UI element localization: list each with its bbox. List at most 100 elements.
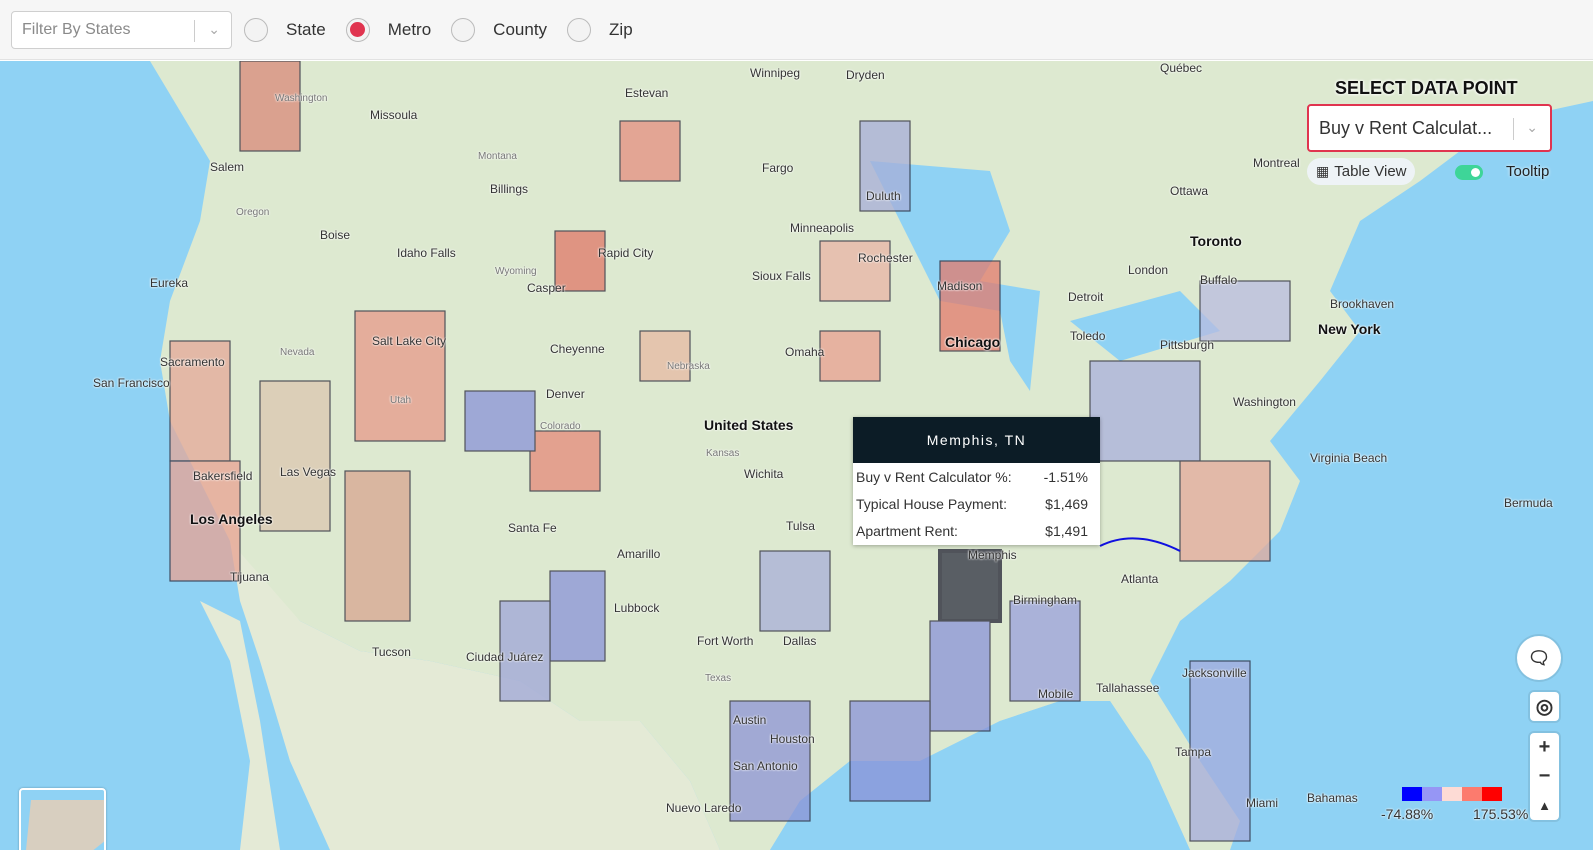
city-label: Québec bbox=[1160, 61, 1203, 75]
city-label: Boise bbox=[320, 228, 351, 242]
radio-circle[interactable] bbox=[244, 17, 268, 42]
divider bbox=[1513, 118, 1514, 140]
city-label: Eureka bbox=[150, 276, 189, 290]
city-label: Jacksonville bbox=[1182, 666, 1247, 680]
city-label: Rochester bbox=[858, 251, 913, 265]
city-label: Toledo bbox=[1070, 329, 1106, 343]
chat-button[interactable]: 🗨 bbox=[1517, 636, 1561, 680]
tooltip-row-label: Typical House Payment: bbox=[856, 495, 1007, 512]
data-point-select[interactable]: Buy v Rent Calculat... ⌄ bbox=[1307, 104, 1552, 152]
radio-zip[interactable]: Zip bbox=[567, 17, 641, 42]
city-label: Birmingham bbox=[1013, 593, 1078, 607]
tooltip-row-label: Buy v Rent Calculator %: bbox=[856, 468, 1012, 485]
legend-swatch bbox=[1442, 787, 1462, 801]
city-label: Tulsa bbox=[786, 519, 815, 533]
city-label: Estevan bbox=[625, 86, 669, 100]
city-label: London bbox=[1128, 263, 1169, 277]
city-label: Detroit bbox=[1068, 290, 1104, 304]
region-label: Washington bbox=[275, 93, 328, 104]
city-label: Bermuda bbox=[1504, 496, 1553, 510]
city-label: Ottawa bbox=[1170, 184, 1209, 198]
chat-icon: 🗨 bbox=[1527, 647, 1551, 668]
city-label: Nuevo Laredo bbox=[666, 801, 742, 815]
radio-county[interactable]: County bbox=[451, 17, 555, 42]
city-label: Virginia Beach bbox=[1310, 451, 1388, 465]
radio-state[interactable]: State bbox=[244, 17, 334, 42]
city-label: Madison bbox=[937, 279, 983, 293]
region-label: Colorado bbox=[540, 421, 581, 432]
radio-metro[interactable]: Metro bbox=[345, 17, 439, 42]
region-label: Nebraska bbox=[667, 361, 710, 372]
city-label: Dryden bbox=[846, 68, 885, 82]
zoom-in-button[interactable]: + bbox=[1539, 733, 1551, 762]
table-view-label: Table View bbox=[1334, 163, 1407, 180]
tooltip-toggle[interactable] bbox=[1455, 165, 1483, 180]
city-label: Bahamas bbox=[1307, 791, 1358, 805]
radio-circle[interactable] bbox=[451, 17, 476, 42]
city-label: Las Vegas bbox=[280, 465, 337, 479]
table-view-button[interactable]: ▦ Table View bbox=[1307, 158, 1415, 185]
city-label: Minneapolis bbox=[790, 221, 855, 235]
legend-swatch bbox=[1402, 787, 1422, 801]
region-label: Kansas bbox=[706, 448, 740, 459]
city-label: Washington bbox=[1233, 395, 1296, 409]
minimap[interactable] bbox=[19, 788, 106, 850]
tooltip-row: Apartment Rent: $1,491 bbox=[853, 517, 1100, 544]
city-label: Tampa bbox=[1175, 745, 1212, 759]
divider bbox=[194, 19, 195, 42]
radio-circle[interactable] bbox=[345, 17, 370, 42]
city-label: Austin bbox=[733, 713, 767, 727]
city-label: Miami bbox=[1246, 796, 1278, 810]
city-label: Buffalo bbox=[1200, 273, 1238, 287]
radio-circle[interactable] bbox=[567, 17, 592, 42]
radio-label: County bbox=[493, 19, 548, 39]
select-data-point-title: SELECT DATA POINT bbox=[1335, 78, 1518, 98]
city-label: Bakersfield bbox=[193, 469, 253, 483]
locate-button[interactable]: ◎ bbox=[1530, 692, 1559, 721]
tooltip-row: Typical House Payment: $1,469 bbox=[853, 490, 1100, 517]
city-label: Fort Worth bbox=[697, 634, 754, 648]
city-label: Lubbock bbox=[614, 601, 660, 615]
chevron-down-icon: ⌄ bbox=[1526, 119, 1538, 135]
city-label: Dallas bbox=[783, 634, 817, 648]
region-label: Wyoming bbox=[495, 266, 537, 277]
legend-swatch bbox=[1462, 787, 1482, 801]
city-label: Rapid City bbox=[598, 246, 654, 260]
tooltip-toggle-label: Tooltip bbox=[1506, 163, 1550, 180]
city-label: United States bbox=[704, 417, 794, 433]
city-label: Idaho Falls bbox=[397, 246, 456, 260]
legend-min: -74.88% bbox=[1381, 806, 1434, 822]
radio-label: State bbox=[286, 19, 326, 39]
region-label: Utah bbox=[390, 395, 412, 406]
tooltip-row: Buy v Rent Calculator %: -1.51% bbox=[853, 463, 1100, 490]
city-label: Chicago bbox=[945, 334, 1001, 350]
color-legend bbox=[1402, 787, 1502, 801]
map-tooltip: Memphis, TN Buy v Rent Calculator %: -1.5… bbox=[853, 417, 1100, 545]
city-label: Toronto bbox=[1190, 233, 1242, 249]
tooltip-row-label: Apartment Rent: bbox=[856, 522, 958, 539]
region-label: Texas bbox=[705, 673, 732, 684]
city-label: Sacramento bbox=[160, 355, 225, 369]
city-label: Fargo bbox=[762, 161, 794, 175]
filter-placeholder: Filter By States bbox=[22, 20, 131, 38]
city-label: Billings bbox=[490, 182, 529, 196]
city-label: Montreal bbox=[1253, 156, 1300, 170]
zoom-out-button[interactable]: − bbox=[1539, 762, 1551, 791]
city-label: Atlanta bbox=[1121, 572, 1159, 586]
legend-max: 175.53% bbox=[1473, 806, 1529, 822]
compass-button[interactable]: ▲ bbox=[1538, 791, 1551, 820]
city-label: Tallahassee bbox=[1096, 681, 1160, 695]
city-label: Denver bbox=[546, 387, 585, 401]
grid-icon: ▦ bbox=[1316, 163, 1330, 179]
tooltip-title: Memphis, TN bbox=[853, 417, 1100, 463]
city-label: San Antonio bbox=[733, 759, 798, 773]
city-label: Memphis bbox=[968, 548, 1017, 562]
filter-by-states-select[interactable]: Filter By States ⌄ bbox=[11, 10, 232, 49]
city-label: Winnipeg bbox=[750, 66, 801, 80]
city-label: Wichita bbox=[744, 467, 784, 481]
legend-swatch bbox=[1482, 787, 1502, 801]
city-label: Cheyenne bbox=[550, 342, 605, 356]
city-label: Pittsburgh bbox=[1160, 338, 1215, 352]
locate-icon: ◎ bbox=[1535, 696, 1554, 718]
radio-label: Metro bbox=[387, 19, 432, 39]
